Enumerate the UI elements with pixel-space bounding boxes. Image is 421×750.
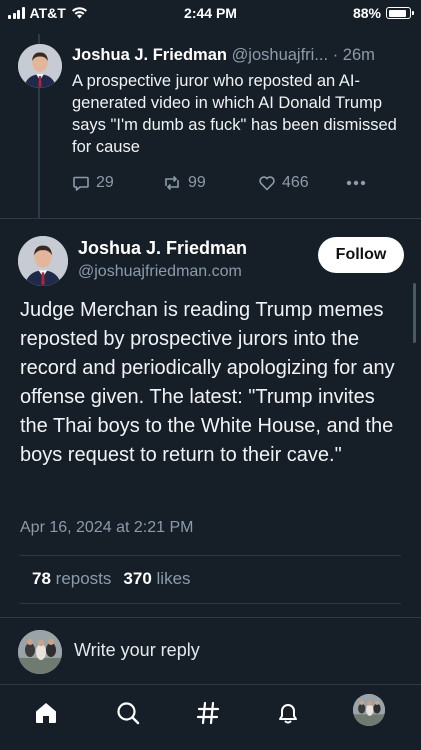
repost-count: 99 <box>188 174 206 191</box>
divider <box>0 218 421 219</box>
tab-notifications[interactable] <box>270 695 306 731</box>
parent-post-header: Joshua J. Friedman @joshuajfri... · 26m <box>72 46 402 65</box>
divider <box>20 555 401 556</box>
main-post-author-handle[interactable]: @joshuajfriedman.com <box>78 263 242 281</box>
current-user-avatar <box>18 630 62 674</box>
divider <box>0 617 421 618</box>
author-name[interactable]: Joshua J. Friedman <box>72 46 227 64</box>
like-count: 466 <box>282 174 309 191</box>
battery-level <box>388 9 407 17</box>
status-right: 88% <box>352 5 414 21</box>
repost-icon <box>165 175 179 191</box>
avatar[interactable] <box>18 44 62 88</box>
reposts-label: reposts <box>55 569 112 588</box>
search-icon <box>117 702 140 725</box>
tab-home[interactable] <box>28 695 64 731</box>
tab-search[interactable] <box>110 695 146 731</box>
reply-count: 29 <box>96 174 114 191</box>
battery-icon <box>386 7 414 19</box>
reposts-stat[interactable]: 78 reposts <box>32 569 111 589</box>
separator-dot: · <box>332 46 339 64</box>
likes-count: 370 <box>123 569 152 588</box>
status-bar: AT&T 2:44 PM 88% <box>0 0 421 26</box>
feeds-hash-icon <box>196 701 220 725</box>
scrollbar[interactable] <box>413 283 416 343</box>
tab-feeds[interactable] <box>190 695 226 731</box>
main-post-avatar[interactable] <box>18 236 68 286</box>
follow-button[interactable]: Follow <box>318 237 404 273</box>
reply-input[interactable]: Write your reply <box>74 640 200 661</box>
repost-button[interactable]: 99 <box>162 174 258 192</box>
reply-bubble-icon <box>73 176 89 191</box>
likes-stat[interactable]: 370 likes <box>123 569 190 589</box>
post-time: 26m <box>342 46 375 64</box>
main-post-text: Judge Merchan is reading Trump memes rep… <box>20 299 395 466</box>
post-text: A prospective juror who reposted an AI-g… <box>72 72 397 156</box>
main-post-date: Apr 16, 2024 at 2:21 PM <box>20 519 194 536</box>
like-button[interactable]: 466 <box>258 174 346 192</box>
home-icon <box>36 703 56 723</box>
battery-percent: 88% <box>352 5 381 21</box>
post-actions: 29 99 466 <box>72 174 366 192</box>
tab-profile-avatar[interactable] <box>353 694 385 726</box>
more-options-button[interactable] <box>346 180 366 186</box>
reply-button[interactable]: 29 <box>72 174 162 192</box>
more-horizontal-icon <box>346 180 366 186</box>
post-stats: 78 reposts 370 likes <box>32 569 191 589</box>
notifications-bell-icon <box>279 704 297 724</box>
parent-post[interactable]: Joshua J. Friedman @joshuajfri... · 26m … <box>0 34 421 218</box>
likes-label: likes <box>156 569 191 588</box>
main-post-author-name[interactable]: Joshua J. Friedman <box>78 238 247 259</box>
heart-icon <box>259 176 275 191</box>
reposts-count: 78 <box>32 569 51 588</box>
divider <box>20 603 401 604</box>
author-handle[interactable]: @joshuajfri... <box>232 46 329 64</box>
